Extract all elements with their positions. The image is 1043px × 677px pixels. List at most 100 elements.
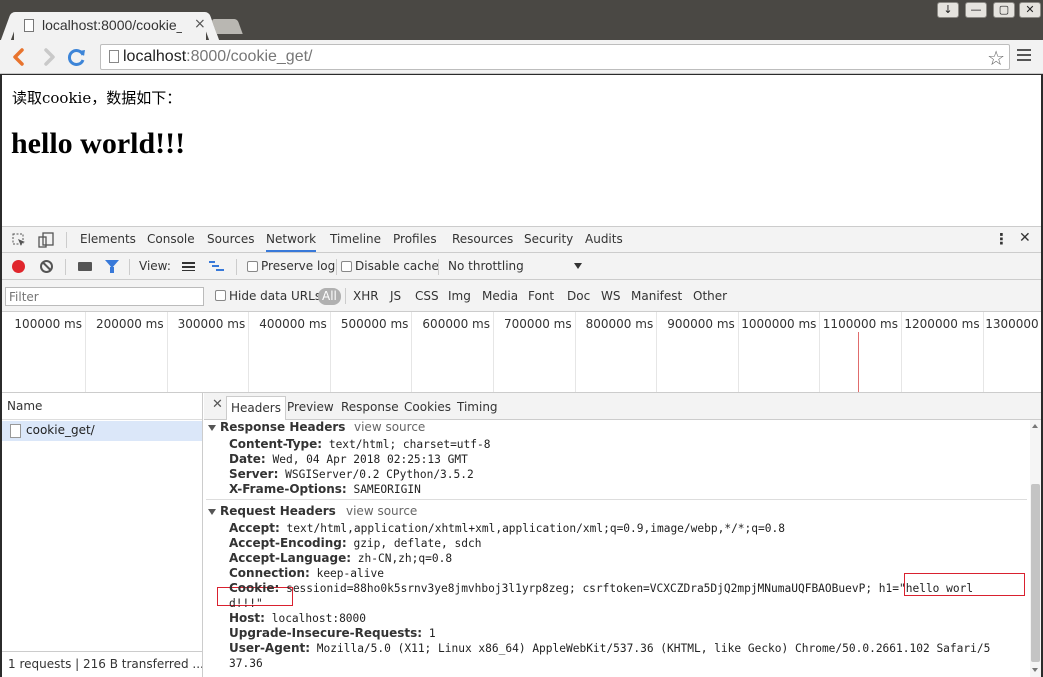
tab-console[interactable]: Console (147, 232, 195, 246)
header-value: gzip, deflate, sdch (353, 537, 482, 550)
timeline-gridline (329, 312, 331, 392)
name-column-header[interactable]: Name (2, 393, 202, 420)
filter-type-img[interactable]: Img (448, 289, 471, 303)
tab-preview[interactable]: Preview (287, 400, 334, 414)
header-row: 37.36 (229, 656, 263, 670)
scroll-thumb[interactable] (1031, 484, 1040, 662)
window-down-button[interactable]: ↓ (937, 2, 959, 18)
header-row: Accept: text/html,application/xhtml+xml,… (229, 521, 785, 535)
filter-type-doc[interactable]: Doc (567, 289, 590, 303)
header-key: Upgrade-Insecure-Requests: (229, 626, 423, 640)
filter-type-ws[interactable]: WS (601, 289, 620, 303)
devtools-panel: Elements Console Sources Network Timelin… (2, 226, 1041, 677)
disable-cache-label: Disable cache (355, 259, 439, 273)
large-rows-icon[interactable] (182, 262, 195, 271)
header-row: Accept-Language: zh-CN,zh;q=0.8 (229, 551, 452, 565)
tab-profiles[interactable]: Profiles (393, 232, 437, 246)
forward-icon[interactable] (38, 46, 60, 68)
filter-type-all[interactable]: All (318, 288, 341, 305)
tab-network[interactable]: Network (266, 232, 317, 252)
minimize-button[interactable]: — (965, 2, 987, 18)
page-info-icon[interactable] (109, 50, 119, 63)
close-window-button[interactable]: ✕ (1019, 2, 1041, 18)
filter-type-manifest[interactable]: Manifest (631, 289, 682, 303)
request-list: Name cookie_get/ 1 requests | 216 B tran… (2, 393, 203, 677)
device-mode-icon[interactable] (38, 232, 54, 251)
tab-headers[interactable]: Headers (226, 396, 286, 420)
timeline-tick-label: 1200000 ms (904, 317, 980, 331)
header-row: Upgrade-Insecure-Requests: 1 (229, 626, 436, 640)
reload-icon[interactable] (66, 46, 88, 68)
tab-response[interactable]: Response (341, 400, 399, 414)
back-icon[interactable] (8, 46, 30, 68)
filter-bar: Hide data URLs All XHR JS CSS Img Media … (2, 280, 1041, 312)
header-key: Accept-Language: (229, 551, 352, 565)
tab-sources[interactable]: Sources (207, 232, 254, 246)
close-devtools-icon[interactable]: ✕ (1019, 230, 1031, 246)
clear-icon[interactable] (40, 260, 53, 273)
tab-security[interactable]: Security (524, 232, 573, 246)
inspect-element-icon[interactable] (12, 233, 26, 250)
preserve-log-label: Preserve log (261, 259, 336, 273)
scroll-down-icon[interactable] (1032, 668, 1038, 672)
hide-data-urls-label: Hide data URLs (229, 289, 322, 303)
header-value: zh-CN,zh;q=0.8 (357, 552, 453, 565)
view-label: View: (139, 259, 171, 273)
header-key: Accept: (229, 521, 280, 535)
chevron-down-icon[interactable] (574, 263, 582, 269)
hide-data-urls-checkbox[interactable] (215, 290, 226, 301)
tab-timeline[interactable]: Timeline (330, 232, 381, 246)
filter-type-media[interactable]: Media (482, 289, 518, 303)
new-tab-button[interactable] (211, 19, 243, 34)
more-options-icon[interactable]: ⋮ (994, 230, 1009, 248)
preserve-log-checkbox[interactable] (247, 261, 258, 272)
tab-timing[interactable]: Timing (457, 400, 498, 414)
header-key: Host: (229, 611, 265, 625)
tab-cookies[interactable]: Cookies (404, 400, 451, 414)
maximize-button[interactable]: ▢ (993, 2, 1015, 18)
response-headers-title[interactable]: Response Headers (208, 420, 345, 434)
close-details-icon[interactable]: ✕ (212, 397, 223, 412)
header-row: User-Agent: Mozilla/5.0 (X11; Linux x86_… (229, 641, 990, 655)
tab-audits[interactable]: Audits (585, 232, 623, 246)
bookmark-star-icon[interactable]: ☆ (987, 46, 1005, 70)
capture-screenshots-icon[interactable] (78, 262, 92, 271)
timeline-tick-label: 100000 ms (14, 317, 82, 331)
timeline-tick-label: 500000 ms (340, 317, 409, 331)
address-bar[interactable]: localhost:8000/cookie_get/ ☆ (100, 44, 1010, 70)
header-value: text/html,application/xhtml+xml,applicat… (286, 522, 785, 535)
timeline-gridline (248, 312, 250, 392)
filter-type-css[interactable]: CSS (415, 289, 439, 303)
timeline-gridline (901, 312, 902, 392)
scroll-up-icon[interactable] (1032, 424, 1038, 428)
timeline-tick-label: 600000 ms (422, 317, 490, 331)
page-icon (24, 19, 34, 32)
scrollbar[interactable] (1030, 420, 1041, 677)
record-icon[interactable] (12, 260, 25, 273)
filter-type-xhr[interactable]: XHR (353, 289, 379, 303)
header-value: Mozilla/5.0 (X11; Linux x86_64) AppleWeb… (316, 642, 991, 655)
browser-menu-icon[interactable] (1017, 49, 1031, 63)
throttling-select[interactable]: No throttling (448, 259, 524, 273)
disable-cache-checkbox[interactable] (341, 261, 352, 272)
network-overview[interactable]: 100000 ms 200000 ms 300000 ms 400000 ms 5000… (2, 312, 1041, 393)
request-view-source-link[interactable]: view source (346, 504, 417, 518)
tab-resources[interactable]: Resources (452, 232, 513, 246)
tab-elements[interactable]: Elements (80, 232, 136, 246)
filter-icon[interactable] (105, 260, 119, 273)
filter-input[interactable] (5, 287, 204, 306)
browser-toolbar: localhost:8000/cookie_get/ ☆ (0, 40, 1043, 74)
url-text: localhost:8000/cookie_get/ (123, 48, 313, 65)
tab-close-icon[interactable]: × (194, 16, 206, 32)
overview-icon[interactable] (209, 261, 224, 272)
request-row[interactable]: cookie_get/ (2, 421, 202, 441)
request-headers-title[interactable]: Request Headers (208, 504, 336, 518)
filter-type-other[interactable]: Other (693, 289, 727, 303)
browser-tab[interactable]: localhost:8000/cookie_get/ × (14, 12, 206, 40)
header-key: X-Frame-Options: (229, 482, 347, 496)
filter-type-js[interactable]: JS (390, 289, 401, 303)
timeline-gridline (737, 312, 739, 392)
response-view-source-link[interactable]: view source (354, 420, 425, 434)
filter-type-font[interactable]: Font (528, 289, 554, 303)
timeline-gridline (982, 312, 984, 392)
